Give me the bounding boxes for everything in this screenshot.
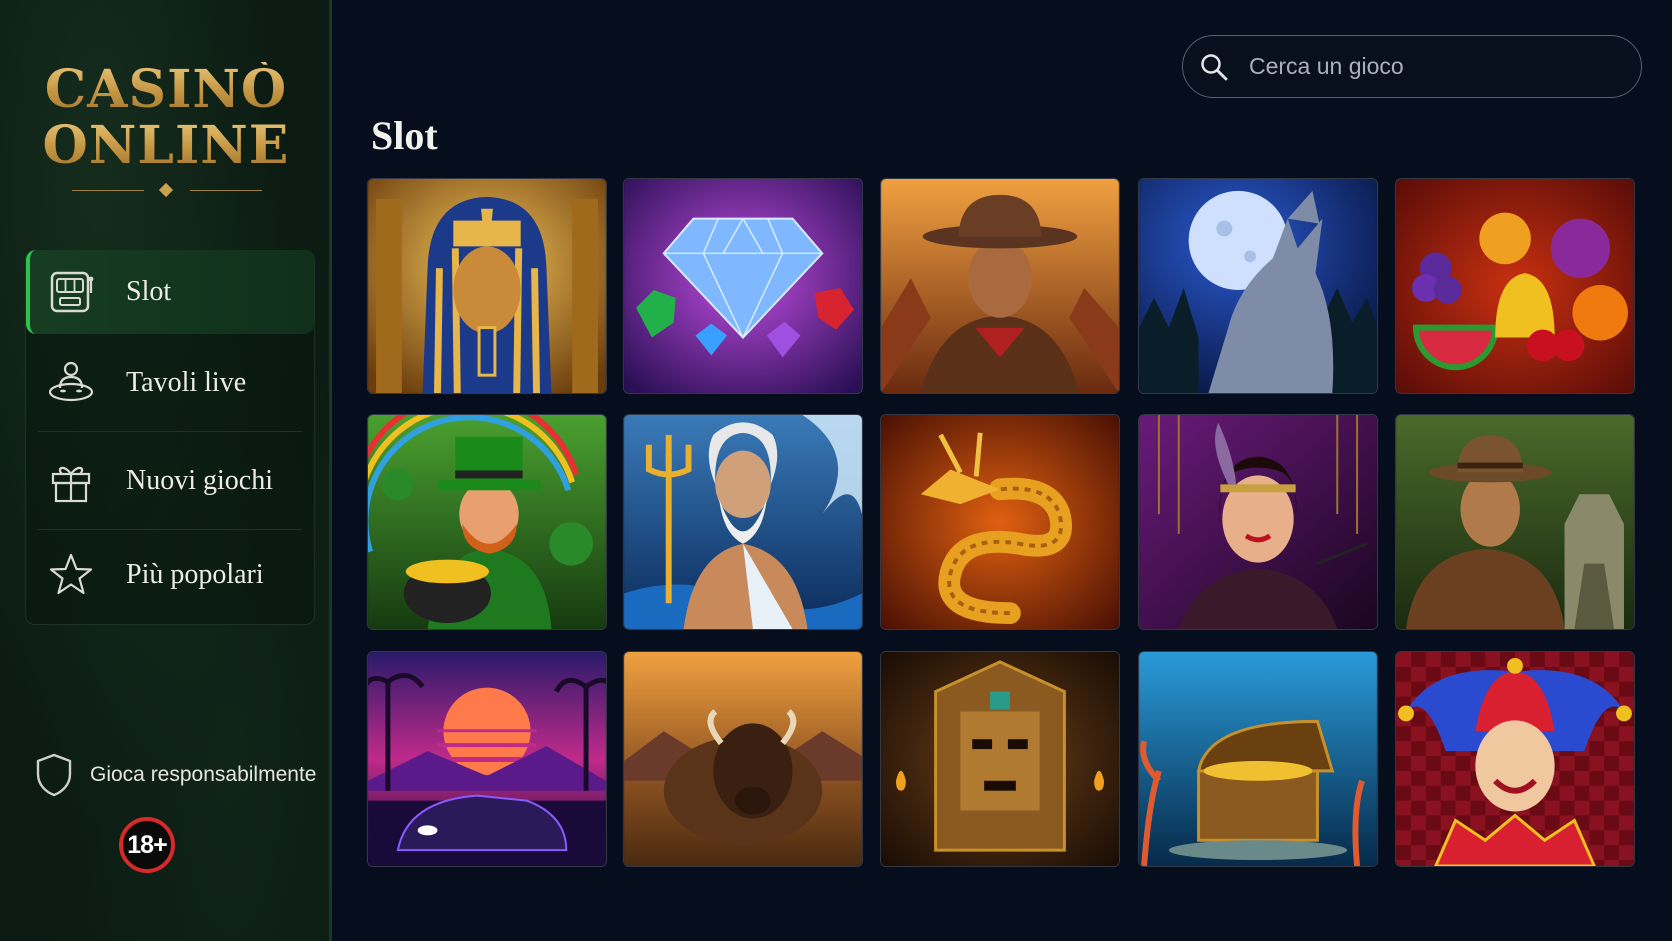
dragon-artwork bbox=[881, 415, 1119, 629]
slot-machine-icon bbox=[50, 271, 94, 313]
search-bar[interactable] bbox=[1182, 35, 1642, 98]
wolf-artwork bbox=[1139, 179, 1377, 393]
flapper-artwork bbox=[1139, 415, 1377, 629]
nav-label-tavoli-live: Tavoli live bbox=[126, 367, 247, 398]
aztec-artwork bbox=[881, 652, 1119, 866]
jester-artwork bbox=[1396, 652, 1634, 866]
search-input[interactable] bbox=[1247, 52, 1641, 81]
nav-item-piu-popolari[interactable]: Più popolari bbox=[26, 533, 314, 617]
logo-line-2: ONLINE bbox=[0, 118, 332, 174]
poseidon-artwork bbox=[624, 415, 862, 629]
game-tile-cowboy[interactable] bbox=[880, 178, 1120, 394]
nav-label-slot: Slot bbox=[126, 276, 172, 307]
leprechaun-artwork bbox=[368, 415, 606, 629]
page-title: Slot bbox=[371, 113, 438, 158]
nav-item-nuovi-giochi[interactable]: Nuovi giochi bbox=[26, 439, 314, 523]
sidebar: CASINÒ ONLINE Slot Tavoli live Nuovi gio… bbox=[0, 0, 332, 941]
nav-label-piu-popolari: Più popolari bbox=[126, 559, 264, 590]
diamonds-artwork bbox=[624, 179, 862, 393]
game-tile-poseidon[interactable] bbox=[623, 414, 863, 630]
nav-divider bbox=[38, 529, 302, 530]
responsible-gaming-link[interactable]: Gioca responsabilmente bbox=[34, 752, 316, 798]
buffalo-artwork bbox=[624, 652, 862, 866]
pharaoh-artwork bbox=[368, 179, 606, 393]
nav-item-slot[interactable]: Slot bbox=[26, 250, 314, 334]
nav-item-tavoli-live[interactable]: Tavoli live bbox=[26, 341, 314, 425]
game-tile-aztec[interactable] bbox=[880, 651, 1120, 867]
diamond-ornament-icon bbox=[158, 182, 174, 198]
casino-logo[interactable]: CASINÒ ONLINE bbox=[0, 62, 332, 174]
age-restriction-badge: 18+ bbox=[119, 817, 175, 873]
game-tile-diamonds[interactable] bbox=[623, 178, 863, 394]
treasure-artwork bbox=[1139, 652, 1377, 866]
explorer-artwork bbox=[1396, 415, 1634, 629]
game-tile-fruits[interactable] bbox=[1395, 178, 1635, 394]
shield-icon bbox=[36, 753, 72, 797]
game-tile-leprechaun[interactable] bbox=[367, 414, 607, 630]
cowboy-artwork bbox=[881, 179, 1119, 393]
gift-icon bbox=[51, 466, 91, 503]
logo-ornament bbox=[72, 182, 262, 198]
game-tile-jester[interactable] bbox=[1395, 651, 1635, 867]
game-tile-pharaoh[interactable] bbox=[367, 178, 607, 394]
game-tile-treasure[interactable] bbox=[1138, 651, 1378, 867]
game-tile-wolf[interactable] bbox=[1138, 178, 1378, 394]
search-icon bbox=[1201, 53, 1228, 80]
star-icon bbox=[49, 553, 93, 595]
game-tile-explorer[interactable] bbox=[1395, 414, 1635, 630]
game-tile-flapper[interactable] bbox=[1138, 414, 1378, 630]
game-tile-buffalo[interactable] bbox=[623, 651, 863, 867]
game-tile-synthwave[interactable] bbox=[367, 651, 607, 867]
fruits-artwork bbox=[1396, 179, 1634, 393]
responsible-gaming-label: Gioca responsabilmente bbox=[90, 763, 317, 786]
main-nav: Slot Tavoli live Nuovi giochi Più popola… bbox=[25, 250, 315, 625]
nav-label-nuovi-giochi: Nuovi giochi bbox=[126, 465, 273, 496]
game-tile-dragon[interactable] bbox=[880, 414, 1120, 630]
synthwave-artwork bbox=[368, 652, 606, 866]
logo-line-1: CASINÒ bbox=[0, 62, 332, 118]
nav-divider bbox=[38, 431, 302, 432]
live-dealer-icon bbox=[48, 361, 94, 402]
